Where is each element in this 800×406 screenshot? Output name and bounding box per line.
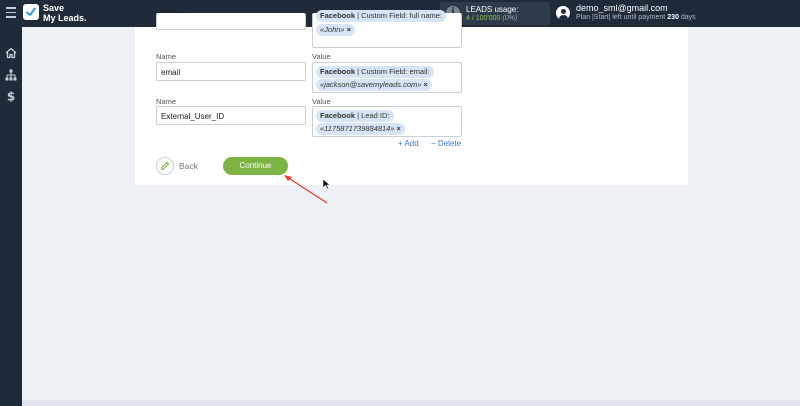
sidebar: $ [0,27,22,406]
value-tag-row0-value: «John» × [316,24,355,36]
add-field-link[interactable]: + Add [398,139,419,148]
name-input-row2[interactable]: External_User_ID [156,106,306,125]
value-tag-row1: Facebook | Custom Field: email: [316,66,434,78]
usage-title: LEADS usage: [466,5,519,14]
value-tag-row1-value: «jackson@savemyleads.com» × [316,79,432,91]
tag-field-row1: | Custom Field: email: [357,67,430,76]
name-label-row1: Name [156,52,177,61]
remove-tag-row2-icon[interactable]: × [397,124,401,133]
value-box-row2[interactable]: Facebook | Lead ID: «1175871739884814» × [312,106,462,137]
usage-count: 4 / 100'000 [466,15,501,22]
name-input-row1[interactable]: email [156,62,306,81]
tag-source-row0: Facebook [320,11,356,20]
sitemap-icon[interactable] [5,68,17,81]
plan-suffix: days [680,14,696,21]
value-tag-row2: Facebook | Lead ID: [316,110,394,122]
delete-field-link[interactable]: − Delete [431,139,461,148]
continue-button[interactable]: Continue [223,157,288,175]
mouse-cursor-icon [322,178,331,190]
usage-value: 4 / 100'000 (0%) [466,15,517,22]
plan-days: 230 [667,14,679,21]
dollar-icon[interactable]: $ [5,89,17,104]
value-tag-row0: Facebook | Custom Field: full name: [316,10,447,22]
tag-value-row2: «1175871739884814» [320,124,395,133]
value-box-row1[interactable]: Facebook | Custom Field: email: «jackson… [312,62,462,93]
tag-source-row2: Facebook [320,111,356,120]
hamburger-menu-icon[interactable] [6,7,16,19]
pencil-icon [160,161,170,171]
value-box-row0[interactable]: Facebook | Custom Field: full name: «Joh… [312,10,462,48]
home-icon[interactable] [5,46,17,59]
name-input-row0-value: name [161,6,182,15]
tag-source-row1: Facebook [320,67,356,76]
plan-info: Plan |Start| left until payment 230 days [576,14,696,21]
back-label[interactable]: Back [179,161,198,171]
value-tag-row2-value: «1175871739884814» × [316,123,405,135]
value-label-row2: Value [312,97,331,106]
value-label-row1: Value [312,52,331,61]
bottom-strip [22,400,800,406]
plan-prefix: Plan |Start| left until payment [576,14,666,21]
svg-text:$: $ [7,90,15,102]
logo-line1: Save [43,3,65,13]
logo-icon [23,4,39,20]
account-avatar-icon[interactable] [556,6,570,20]
name-input-row0[interactable]: name [156,6,306,30]
remove-tag-row1-icon[interactable]: × [423,80,427,89]
logo-line2: My Leads. [43,13,87,23]
account-email[interactable]: demo_sml@gmail.com [576,3,668,13]
tag-field-row2: | Lead ID: [357,111,390,120]
tag-value-row0: «John» [320,25,345,34]
tag-field-row0: | Custom Field: full name: [357,11,443,20]
tag-value-row1: «jackson@savemyleads.com» [320,80,422,89]
back-button[interactable] [156,157,174,175]
remove-tag-row0-icon[interactable]: × [347,25,351,34]
name-label-row2: Name [156,97,177,106]
logo-text: Save My Leads. [43,3,87,23]
usage-percent: (0%) [502,15,518,22]
